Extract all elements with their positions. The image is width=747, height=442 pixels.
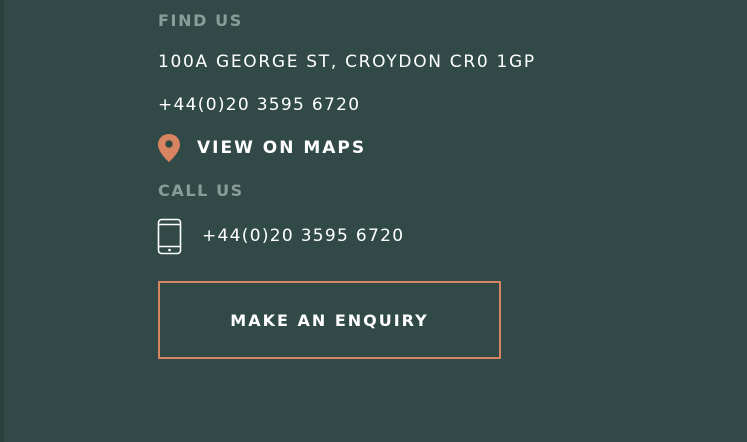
view-on-maps-link[interactable]: VIEW ON MAPS <box>157 133 366 163</box>
map-pin-icon <box>158 134 180 163</box>
mobile-phone-icon <box>157 218 182 255</box>
call-us-phone-link[interactable]: +44(0)20 3595 6720 <box>202 228 404 245</box>
make-an-enquiry-button[interactable]: MAKE AN ENQUIRY <box>158 281 501 359</box>
left-edge-divider <box>0 0 4 442</box>
call-us-row: +44(0)20 3595 6720 <box>157 218 404 255</box>
address-text: 100A GEORGE ST, CROYDON CR0 1GP <box>158 52 536 72</box>
find-us-phone-text: +44(0)20 3595 6720 <box>158 95 361 115</box>
view-on-maps-label: VIEW ON MAPS <box>197 137 367 158</box>
call-us-heading: CALL US <box>158 181 244 200</box>
find-us-heading: FIND US <box>158 11 243 30</box>
